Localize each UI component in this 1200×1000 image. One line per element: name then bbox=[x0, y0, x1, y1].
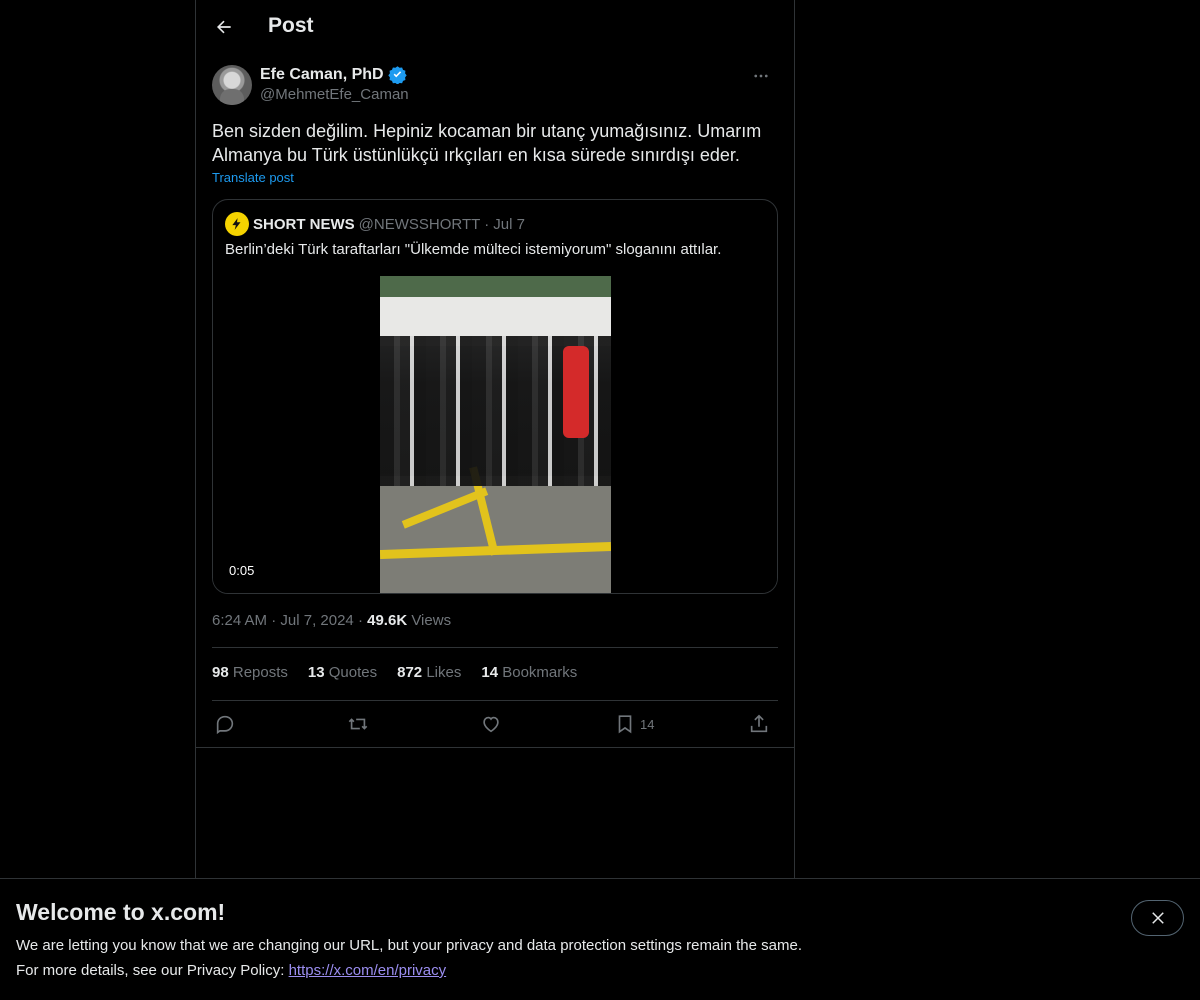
reposts-label: Reposts bbox=[232, 664, 288, 681]
video-thumbnail bbox=[380, 276, 611, 593]
bookmark-icon bbox=[618, 715, 632, 734]
bookmarks-stat[interactable]: 14 Bookmarks bbox=[481, 664, 577, 684]
reposts-count: 98 bbox=[212, 664, 229, 681]
translate-post-link[interactable]: Translate post bbox=[212, 170, 294, 185]
separator-dot: · bbox=[484, 215, 490, 233]
post-text-line: Ben sizden değilim. Hepiniz kocaman bir … bbox=[212, 121, 762, 141]
quoted-date: Jul 7 bbox=[493, 215, 525, 233]
quotes-label: Quotes bbox=[328, 664, 378, 681]
verified-badge-icon bbox=[387, 66, 407, 84]
separator-dot: · bbox=[271, 612, 277, 629]
video-player[interactable]: 0:05 bbox=[213, 276, 777, 593]
post-meta: 6:24 AM · Jul 7, 2024 · 49.6K Views bbox=[212, 612, 451, 629]
reposts-stat[interactable]: 98 Reposts bbox=[212, 664, 288, 684]
banner-message: We are letting you know that we are chan… bbox=[16, 937, 802, 954]
quoted-post-header: SHORT NEWS @NEWSSHORTT · Jul 7 bbox=[225, 212, 525, 236]
quoted-post[interactable]: SHORT NEWS @NEWSSHORTT · Jul 7 Berlin’de… bbox=[212, 199, 778, 594]
post-text-line: Almanya bu Türk üstünlükçü ırkçıları en … bbox=[212, 145, 740, 165]
more-horizontal-icon bbox=[754, 74, 768, 78]
repost-button[interactable] bbox=[346, 710, 370, 738]
post-column: Post Efe Caman, PhD @MehmetEfe_Caman Ben… bbox=[195, 0, 795, 878]
author-handle[interactable]: @MehmetEfe_Caman bbox=[260, 86, 409, 103]
bookmark-count: 14 bbox=[640, 716, 655, 732]
quoted-author-name: SHORT NEWS bbox=[253, 215, 355, 233]
lightning-logo-icon bbox=[232, 218, 241, 230]
post-author: Efe Caman, PhD @MehmetEfe_Caman bbox=[212, 64, 778, 106]
divider bbox=[196, 747, 794, 748]
heart-icon bbox=[483, 716, 499, 733]
divider bbox=[212, 647, 778, 648]
quoted-author-handle: @NEWSSHORTT bbox=[358, 215, 481, 233]
bookmarks-label: Bookmarks bbox=[502, 664, 578, 681]
post-stats: 98 Reposts 13 Quotes 872 Likes 14 Bookma… bbox=[212, 664, 577, 684]
author-display-name: Efe Caman, PhD bbox=[260, 65, 384, 83]
divider bbox=[212, 700, 778, 701]
avatar[interactable] bbox=[212, 65, 252, 105]
welcome-banner: Welcome to x.com! We are letting you kno… bbox=[0, 878, 1200, 1000]
banner-privacy-prefix: For more details, see our Privacy Policy… bbox=[16, 962, 289, 979]
like-button[interactable] bbox=[480, 710, 502, 738]
separator-dot: · bbox=[357, 612, 363, 629]
video-duration: 0:05 bbox=[229, 563, 255, 578]
action-bar: 14 bbox=[208, 710, 782, 738]
repost-icon bbox=[348, 718, 368, 730]
reply-button[interactable] bbox=[214, 710, 236, 738]
likes-count: 872 bbox=[397, 664, 423, 681]
share-button[interactable] bbox=[748, 710, 770, 738]
quoted-avatar bbox=[225, 212, 249, 236]
page-title: Post bbox=[268, 14, 314, 37]
views-count: 49.6K bbox=[367, 612, 408, 629]
post-text: Ben sizden değilim. Hepiniz kocaman bir … bbox=[212, 119, 778, 167]
more-options-button[interactable] bbox=[744, 64, 778, 88]
quotes-stat[interactable]: 13 Quotes bbox=[308, 664, 377, 684]
privacy-policy-link[interactable]: https://x.com/en/privacy bbox=[289, 962, 447, 979]
bookmark-button[interactable]: 14 bbox=[614, 710, 654, 738]
likes-label: Likes bbox=[426, 664, 462, 681]
reply-icon bbox=[216, 715, 234, 735]
quoted-text: Berlin’deki Türk taraftarları "Ülkemde m… bbox=[225, 241, 722, 258]
close-banner-button[interactable] bbox=[1131, 900, 1184, 936]
post-time[interactable]: 6:24 AM bbox=[212, 612, 267, 629]
post-date[interactable]: Jul 7, 2024 bbox=[280, 612, 353, 629]
banner-title: Welcome to x.com! bbox=[16, 899, 226, 925]
views-label: Views bbox=[411, 612, 452, 629]
banner-privacy-line: For more details, see our Privacy Policy… bbox=[16, 962, 446, 979]
likes-stat[interactable]: 872 Likes bbox=[397, 664, 461, 684]
author-name-row[interactable]: Efe Caman, PhD bbox=[260, 65, 407, 84]
arrow-left-icon bbox=[217, 20, 231, 34]
post-header: Post bbox=[196, 0, 794, 54]
share-icon bbox=[750, 714, 768, 733]
quotes-count: 13 bbox=[307, 664, 325, 681]
back-button[interactable] bbox=[204, 7, 244, 47]
close-icon bbox=[1151, 912, 1164, 924]
bookmarks-count: 14 bbox=[481, 664, 499, 681]
